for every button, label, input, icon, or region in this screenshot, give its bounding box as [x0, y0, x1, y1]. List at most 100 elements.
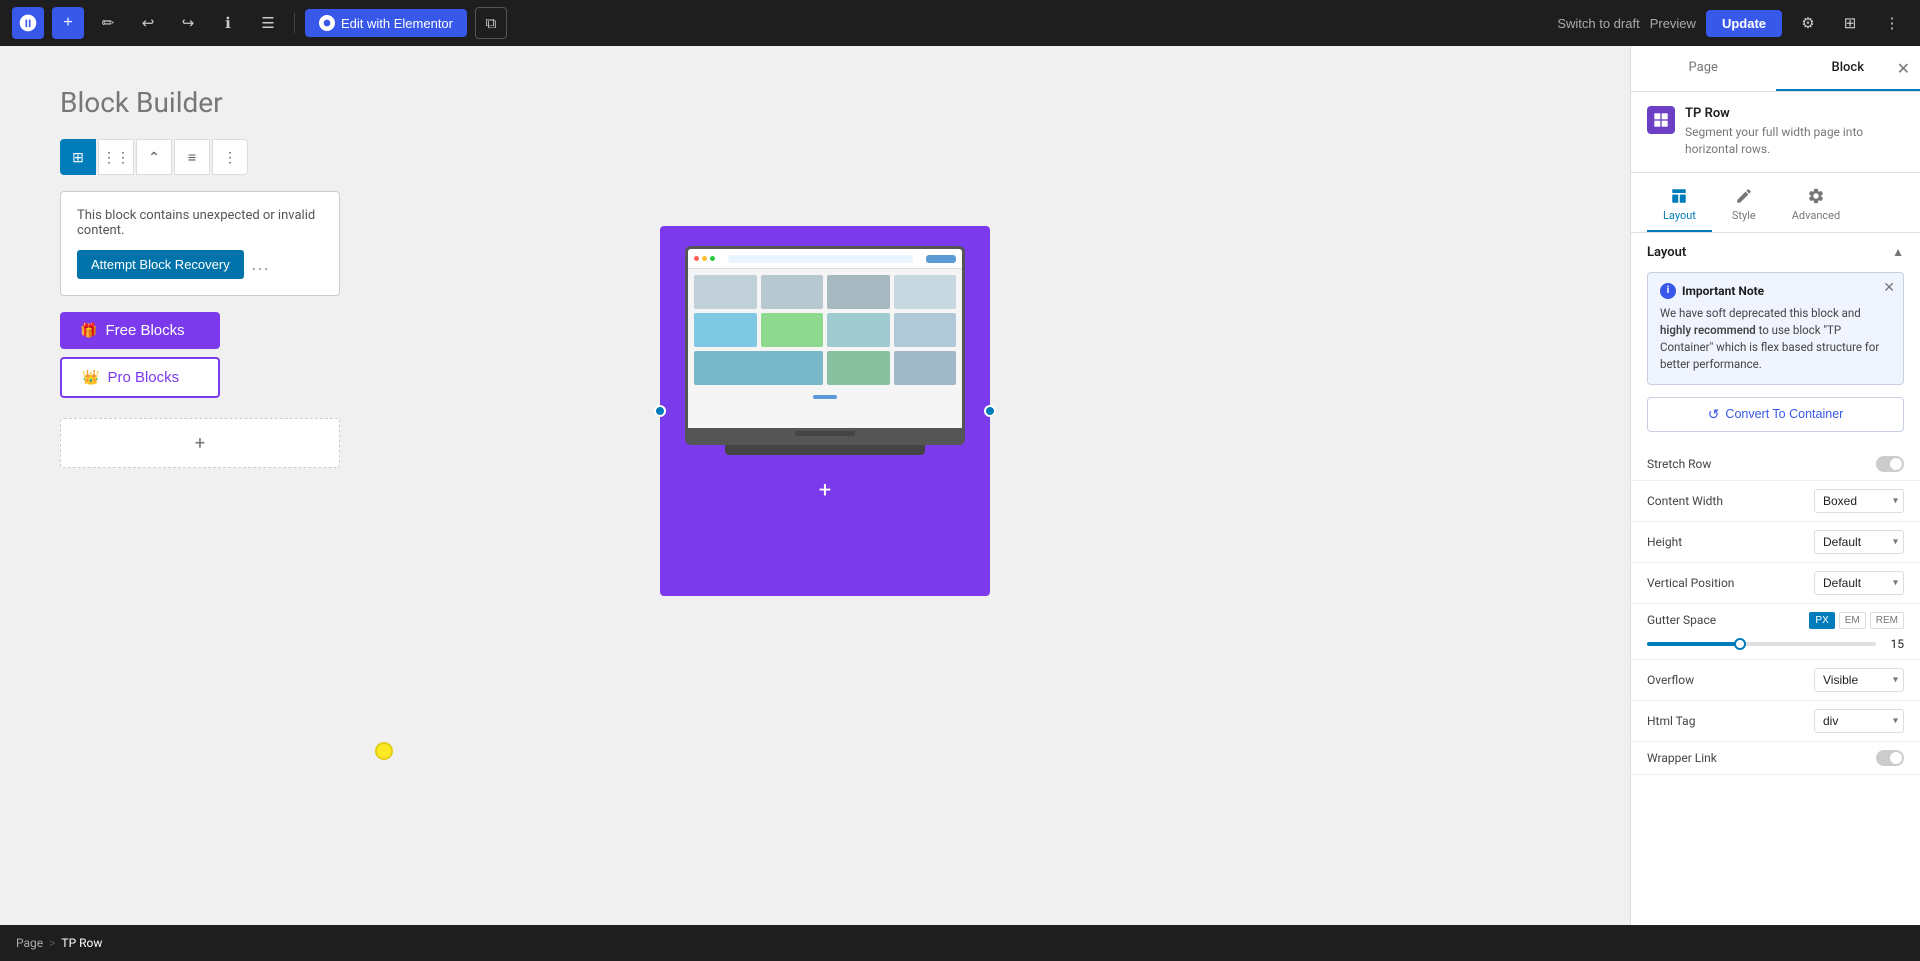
html-tag-select[interactable]: div [1814, 709, 1904, 733]
img-tile-6 [761, 313, 824, 347]
content-width-label: Content Width [1647, 494, 1814, 508]
block-dots-btn[interactable]: ⋮⋮ [98, 139, 134, 175]
image-block-add[interactable]: + [819, 478, 831, 503]
gutter-slider-thumb[interactable] [1734, 638, 1746, 650]
switch-to-draft-button[interactable]: Switch to draft [1557, 16, 1639, 31]
overflow-button[interactable]: ⋮ [1876, 7, 1908, 39]
important-note-close-button[interactable]: ✕ [1883, 279, 1895, 296]
block-icon [1647, 106, 1675, 134]
stretch-row-toggle[interactable] [1876, 456, 1904, 472]
preview-button[interactable]: Preview [1650, 16, 1696, 31]
subtab-style[interactable]: Style [1716, 181, 1772, 232]
selection-handle-right [984, 405, 996, 417]
block-subtabs: Layout Style Advanced [1631, 173, 1920, 233]
block-grid-btn[interactable]: ⊞ [60, 139, 96, 175]
important-note-body: We have soft deprecated this block and h… [1660, 305, 1891, 374]
copy-button[interactable]: ⧉ [475, 7, 507, 39]
editor-area: Block Builder ⊞ ⋮⋮ ⌃ ≡ ⋮ This block cont… [0, 46, 1630, 925]
html-tag-wrapper: div [1814, 709, 1904, 733]
img-tile-5 [694, 313, 757, 347]
gift-icon: 🎁 [80, 322, 97, 339]
update-button[interactable]: Update [1706, 10, 1782, 37]
screen-header [688, 249, 962, 269]
wrapper-link-setting: Wrapper Link [1631, 742, 1920, 775]
vertical-position-label: Vertical Position [1647, 576, 1814, 590]
pro-blocks-button[interactable]: 👑 Pro Blocks [60, 357, 220, 398]
redo-icon: ↪ [182, 14, 195, 32]
subtab-layout[interactable]: Layout [1647, 181, 1712, 232]
tools-icon: ✏ [102, 14, 115, 32]
list-button[interactable]: ☰ [252, 7, 284, 39]
height-select[interactable]: Default [1814, 530, 1904, 554]
selection-handle-left [654, 405, 666, 417]
breadcrumb-bar: Page > TP Row [0, 925, 1920, 961]
block-more-btn[interactable]: ⋮ [212, 139, 248, 175]
content-width-select[interactable]: Boxed [1814, 489, 1904, 513]
gutter-unit-rem[interactable]: REM [1870, 612, 1904, 629]
overflow-label: Overflow [1647, 673, 1814, 687]
toolbar-right: Switch to draft Preview Update ⚙ ⊞ ⋮ [1557, 7, 1908, 39]
free-blocks-button[interactable]: 🎁 Free Blocks [60, 312, 220, 349]
overflow-select[interactable]: Visible [1814, 668, 1904, 692]
add-block-area[interactable]: + [60, 418, 340, 468]
gear-icon: ⚙ [1801, 14, 1814, 32]
undo-button[interactable]: ↩ [132, 7, 164, 39]
grid-icon: ⊞ [72, 149, 84, 166]
screen-dot-red [694, 256, 699, 261]
gutter-unit-px[interactable]: PX [1809, 612, 1834, 629]
gutter-space-setting: Gutter Space PX EM REM 15 [1631, 604, 1920, 660]
content-width-setting: Content Width Boxed [1631, 481, 1920, 522]
add-icon: + [195, 433, 205, 454]
gutter-label: Gutter Space [1647, 613, 1809, 627]
laptop-stand [725, 445, 925, 455]
height-wrapper: Default [1814, 530, 1904, 554]
wrapper-link-toggle[interactable] [1876, 750, 1904, 766]
subtab-advanced[interactable]: Advanced [1776, 181, 1856, 232]
redo-button[interactable]: ↪ [172, 7, 204, 39]
info-button[interactable]: ℹ [212, 7, 244, 39]
panel-header: Page Block ✕ [1631, 46, 1920, 92]
main-layout: Block Builder ⊞ ⋮⋮ ⌃ ≡ ⋮ This block cont… [0, 46, 1920, 925]
img-tile-2 [761, 275, 824, 309]
panel-close-button[interactable]: ✕ [1897, 59, 1910, 79]
block-info: TP Row Segment your full width page into… [1631, 92, 1920, 173]
block-description: Segment your full width page into horizo… [1685, 124, 1904, 158]
screen-dot-green [710, 256, 715, 261]
block-align-btn[interactable]: ≡ [174, 139, 210, 175]
tools-button[interactable]: ✏ [92, 7, 124, 39]
breadcrumb-tp-row[interactable]: TP Row [61, 936, 102, 950]
edit-with-elementor-button[interactable]: Edit with Elementor [305, 9, 467, 37]
info-circle-icon: i [1660, 283, 1676, 299]
tab-page[interactable]: Page [1631, 46, 1776, 91]
vertical-position-select[interactable]: Default [1814, 571, 1904, 595]
gutter-slider[interactable] [1647, 642, 1876, 646]
wp-logo [12, 7, 44, 39]
arrow-icon: ⌃ [148, 149, 160, 166]
attempt-recovery-button[interactable]: Attempt Block Recovery [77, 250, 244, 279]
align-icon: ≡ [188, 149, 196, 165]
plus-icon: + [63, 14, 72, 32]
block-arrow-btn[interactable]: ⌃ [136, 139, 172, 175]
img-tile-10 [827, 351, 890, 385]
crown-icon: 👑 [82, 369, 99, 386]
layout-section-header[interactable]: Layout ▲ [1631, 233, 1920, 272]
gutter-value: 15 [1884, 637, 1904, 651]
img-tile-1 [694, 275, 757, 309]
important-note: i Important Note We have soft deprecated… [1647, 272, 1904, 385]
block-toolbar: ⊞ ⋮⋮ ⌃ ≡ ⋮ [60, 139, 1570, 175]
important-note-title: i Important Note [1660, 283, 1891, 299]
more-options-button[interactable]: ⊞ [1834, 7, 1866, 39]
block-options-dots[interactable]: ... [252, 255, 271, 274]
add-block-button[interactable]: + [52, 7, 84, 39]
block-info-text: TP Row Segment your full width page into… [1685, 106, 1904, 158]
vertical-position-wrapper: Default [1814, 571, 1904, 595]
settings-button[interactable]: ⚙ [1792, 7, 1824, 39]
copy-icon: ⧉ [486, 15, 497, 32]
breadcrumb-page[interactable]: Page [16, 936, 43, 950]
page-title: Block Builder [60, 86, 1570, 119]
content-width-wrapper: Boxed [1814, 489, 1904, 513]
gutter-unit-em[interactable]: EM [1839, 612, 1866, 629]
screen-btn [926, 255, 956, 263]
image-block: + [660, 226, 990, 596]
convert-to-container-button[interactable]: ↺ Convert To Container [1647, 397, 1904, 432]
